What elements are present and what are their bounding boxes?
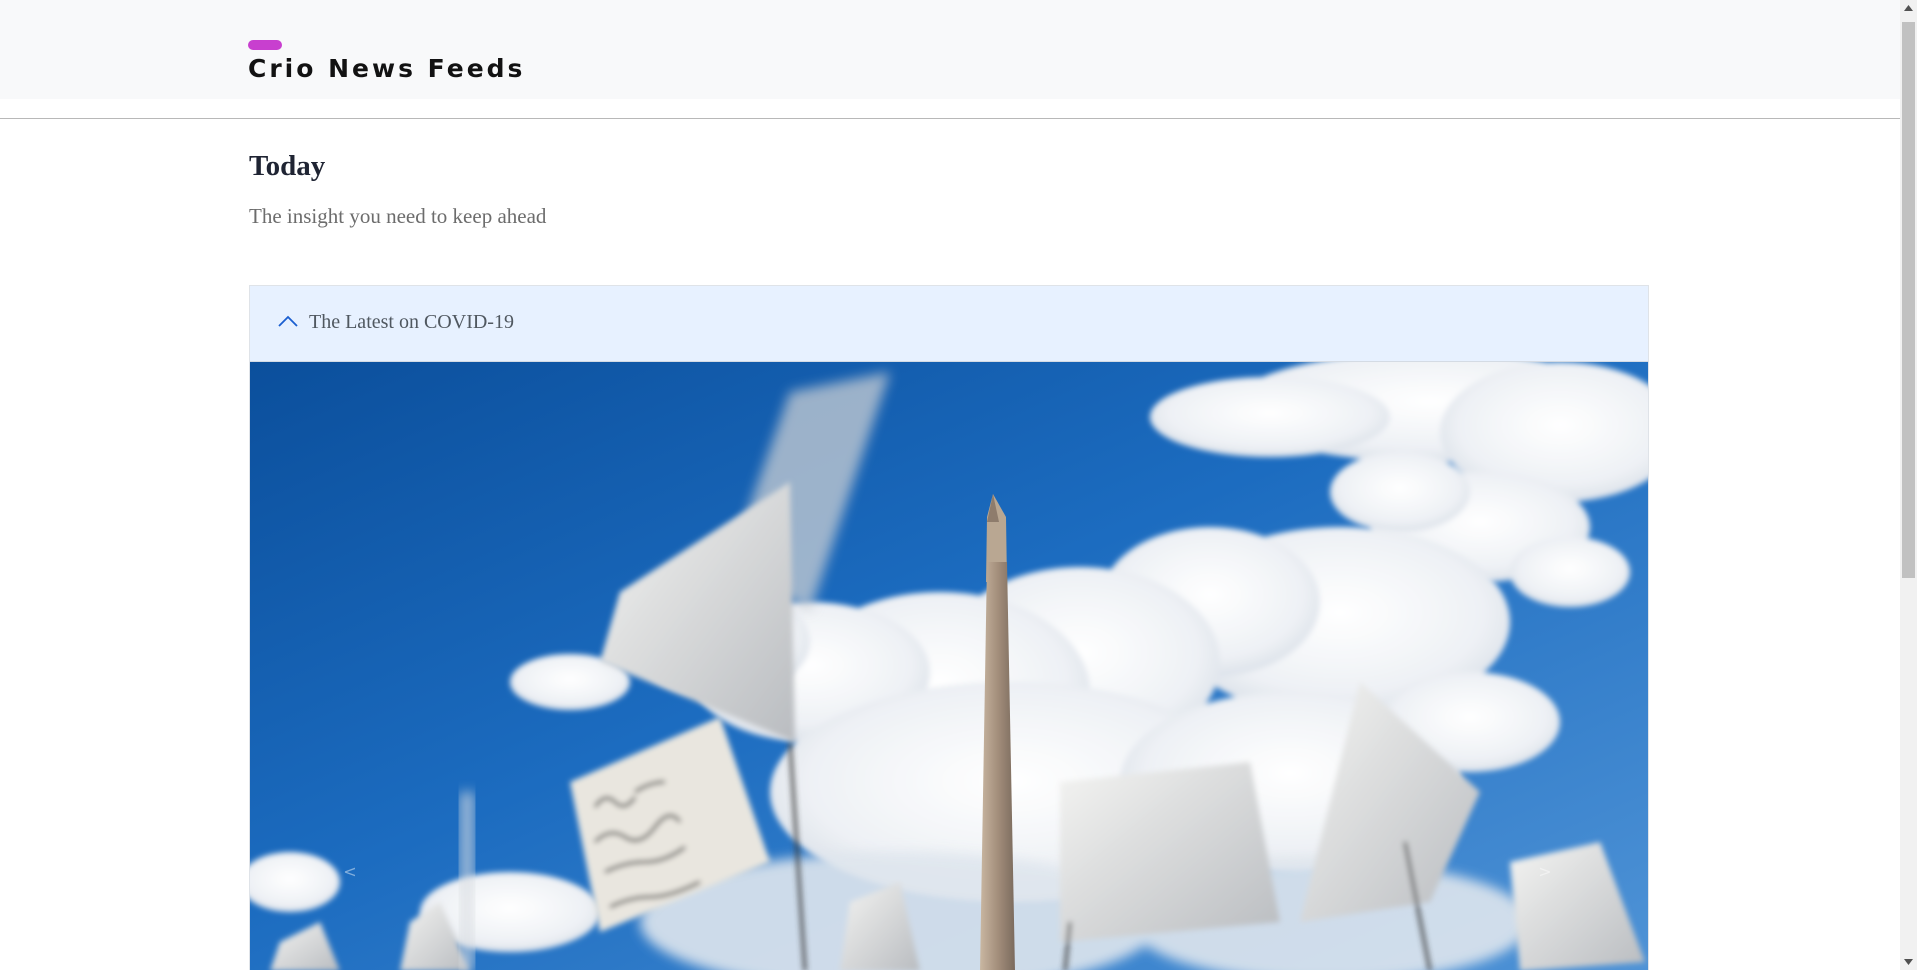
brand-title[interactable]: Crio News Feeds — [248, 54, 525, 83]
page-subtitle: The insight you need to keep ahead — [249, 204, 547, 228]
page-title: Today — [249, 150, 326, 182]
carousel-next-button[interactable]: > — [1525, 852, 1565, 892]
brand-accent-bar — [248, 40, 282, 50]
scroll-up-arrow-icon[interactable] — [1900, 0, 1917, 17]
scroll-down-arrow-icon[interactable] — [1900, 953, 1917, 970]
accordion-toggle-button[interactable]: The Latest on COVID-19 — [250, 286, 1648, 362]
navbar-divider — [0, 118, 1900, 119]
carousel-prev-button[interactable]: < — [330, 852, 370, 892]
news-carousel: < > — [250, 362, 1648, 970]
navbar: Crio News Feeds — [0, 0, 1900, 99]
page-scrollbar[interactable] — [1900, 0, 1917, 970]
chevron-up-icon — [278, 315, 298, 327]
scrollbar-thumb[interactable] — [1902, 22, 1915, 578]
news-image[interactable] — [250, 362, 1648, 970]
news-accordion: The Latest on COVID-19 < > — [249, 285, 1649, 970]
accordion-title: The Latest on COVID-19 — [309, 311, 514, 333]
page: Crio News Feeds Today The insight you ne… — [0, 0, 1917, 970]
